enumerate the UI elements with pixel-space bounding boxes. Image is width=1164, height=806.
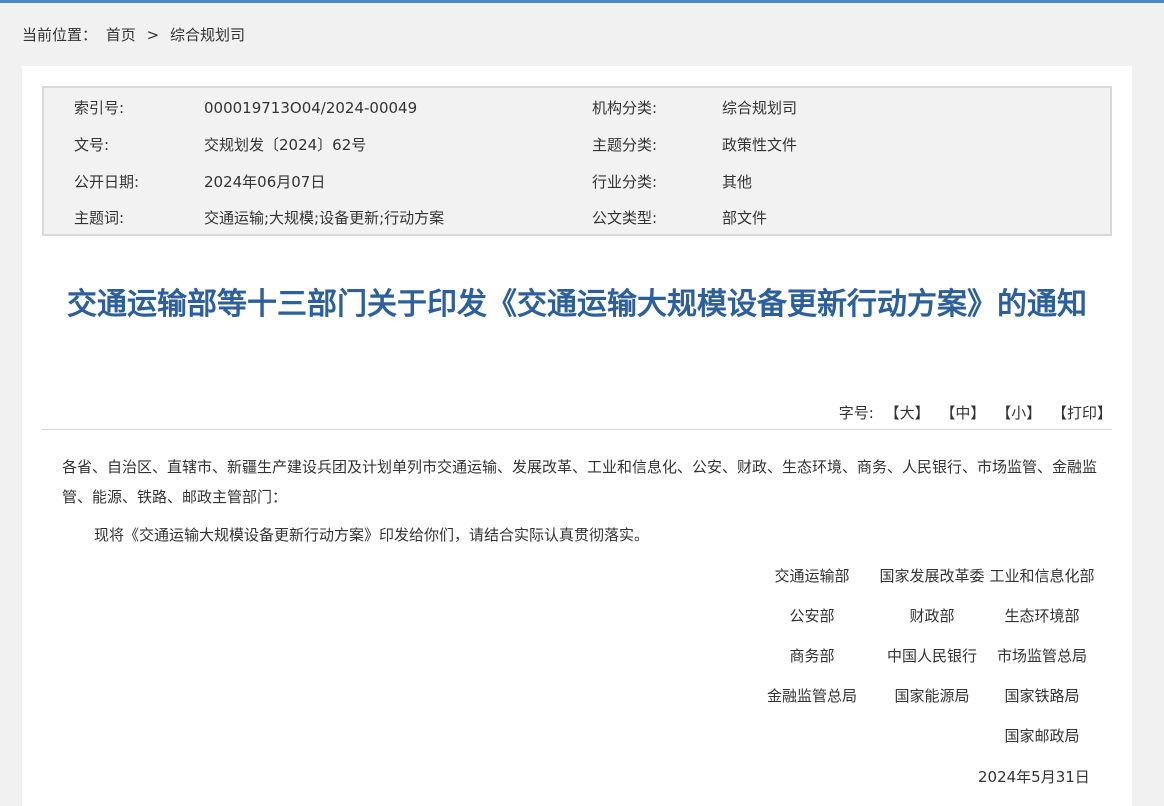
article-container: 索引号: 000019713O04/2024-00049 机构分类: 综合规划司…: [22, 66, 1132, 806]
meta-value: 政策性文件: [722, 136, 798, 154]
signer: 工业和信息化部: [989, 567, 1095, 585]
meta-key: 索引号:: [74, 99, 125, 117]
signer: 国家能源局: [894, 687, 970, 705]
meta-key: 机构分类:: [592, 99, 658, 117]
article-body: 各省、自治区、直辖市、新疆生产建设兵团及计划单列市交通运输、发展改革、工业和信息…: [62, 452, 1102, 550]
print-button[interactable]: 【打印】: [1052, 404, 1112, 422]
signer: 公安部: [789, 607, 835, 625]
signer-row: 国家邮政局: [752, 722, 1102, 762]
signer: 财政部: [909, 607, 955, 625]
meta-value: 2024年06月07日: [204, 173, 326, 191]
font-size-controls: 字号: 【大】 【中】 【小】 【打印】: [839, 402, 1112, 423]
signer-row: 公安部 财政部 生态环境部: [752, 602, 1102, 642]
meta-value: 交规划发〔2024〕62号: [204, 136, 367, 154]
breadcrumb: 当前位置： 首页 > 综合规划司: [22, 24, 245, 45]
divider: [42, 429, 1112, 430]
signer: 国家邮政局: [1004, 727, 1080, 745]
signer: 中国人民银行: [886, 647, 977, 665]
meta-value: 其他: [722, 173, 753, 191]
meta-row: 公开日期: 2024年06月07日 行业分类: 其他: [44, 170, 1110, 194]
font-size-small-button[interactable]: 【小】: [996, 404, 1041, 422]
meta-key: 公开日期:: [74, 173, 140, 191]
top-accent-bar: [0, 0, 1164, 3]
meta-key: 公文类型:: [592, 209, 658, 227]
signer: 市场监管总局: [996, 647, 1087, 665]
salutation: 各省、自治区、直辖市、新疆生产建设兵团及计划单列市交通运输、发展改革、工业和信息…: [62, 458, 1098, 506]
signer: 国家铁路局: [1004, 687, 1080, 705]
signer: 国家发展改革委: [879, 567, 985, 585]
breadcrumb-prefix: 当前位置：: [22, 26, 98, 44]
breadcrumb-current-link[interactable]: 综合规划司: [170, 26, 245, 44]
metadata-table: 索引号: 000019713O04/2024-00049 机构分类: 综合规划司…: [42, 86, 1112, 236]
meta-value: 部文件: [722, 209, 768, 227]
meta-key: 主题分类:: [592, 136, 658, 154]
meta-row: 文号: 交规划发〔2024〕62号 主题分类: 政策性文件: [44, 133, 1110, 157]
signer: 交通运输部: [774, 567, 850, 585]
font-size-label: 字号:: [838, 404, 874, 422]
signer: 商务部: [789, 647, 835, 665]
meta-row: 主题词: 交通运输;大规模;设备更新;行动方案 公文类型: 部文件: [44, 206, 1110, 230]
signer-row: 商务部 中国人民银行 市场监管总局: [752, 642, 1102, 682]
meta-value: 交通运输;大规模;设备更新;行动方案: [204, 209, 445, 227]
meta-key: 行业分类:: [592, 173, 658, 191]
meta-key: 主题词:: [74, 209, 125, 227]
breadcrumb-home-link[interactable]: 首页: [106, 26, 136, 44]
signer: 金融监管总局: [766, 687, 857, 705]
font-size-medium-button[interactable]: 【中】: [940, 404, 985, 422]
meta-row: 索引号: 000019713O04/2024-00049 机构分类: 综合规划司: [44, 96, 1110, 120]
body-paragraph: 现将《交通运输大规模设备更新行动方案》印发给你们，请结合实际认真贯彻落实。: [94, 526, 650, 544]
signer: 生态环境部: [1004, 607, 1080, 625]
meta-value: 综合规划司: [722, 99, 798, 117]
meta-value: 000019713O04/2024-00049: [204, 99, 418, 117]
signer-row: 交通运输部 国家发展改革委 工业和信息化部: [752, 562, 1102, 602]
meta-key: 文号:: [74, 136, 110, 154]
font-size-large-button[interactable]: 【大】: [885, 404, 930, 422]
article-title: 交通运输部等十三部门关于印发《交通运输大规模设备更新行动方案》的通知: [67, 287, 1087, 322]
breadcrumb-separator: >: [146, 26, 160, 44]
signers-block: 交通运输部 国家发展改革委 工业和信息化部 公安部 财政部 生态环境部 商务部 …: [752, 562, 1102, 762]
signer-row: 金融监管总局 国家能源局 国家铁路局: [752, 682, 1102, 722]
issue-date: 2024年5月31日: [978, 768, 1090, 786]
